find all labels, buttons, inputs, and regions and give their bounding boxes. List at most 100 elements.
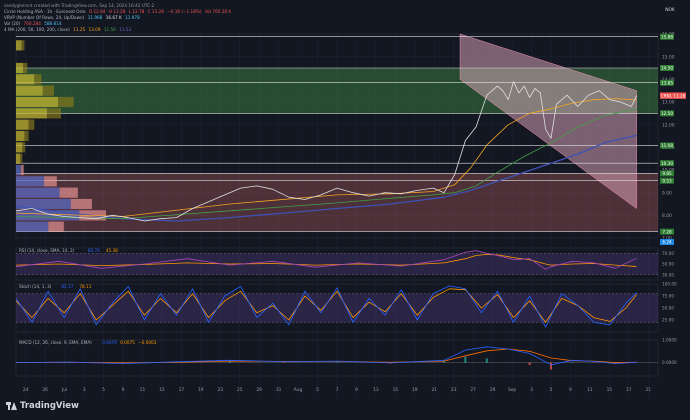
time-tick-label: 11	[587, 387, 593, 393]
oscillator-band	[16, 294, 658, 323]
time-tick-label: 9	[355, 387, 358, 393]
last-price-label: CRNL 13.28	[661, 93, 686, 98]
indicator-tick-label: 75.00	[662, 294, 674, 299]
time-tick-label: 23	[217, 387, 223, 393]
level-label: 14.50	[661, 66, 673, 71]
time-tick-label: 15	[607, 387, 613, 393]
indicator-tick-label: 70.00	[662, 251, 674, 256]
legend-main-high: H 13.28	[109, 9, 125, 14]
price-tick-label: 9.00	[662, 190, 672, 196]
macd-histogram-bar	[336, 362, 338, 363]
currency-label: NOK	[665, 7, 675, 13]
legend-main-open: O 12.84	[89, 9, 106, 14]
legend-ma-val-2: 13.09	[89, 27, 101, 32]
tradingview-logo-icon	[6, 402, 17, 410]
indicator-value: 45.38	[106, 248, 118, 253]
red-zone	[16, 173, 658, 231]
indicator-header: RSI (14, close, SMA, 14, 2)	[19, 248, 75, 253]
level-label: 9.53	[662, 178, 672, 183]
price-tick-label: 8.00	[662, 213, 672, 219]
volume-profile-bar-down	[29, 120, 35, 130]
volume-profile-bar-up	[16, 120, 29, 130]
time-tick-label: 29	[490, 387, 496, 393]
time-tick-label: 19	[412, 387, 418, 393]
tradingview-brand: TradingView	[20, 401, 79, 411]
price-tick-label: 12.00	[662, 122, 675, 128]
time-tick-label: 17	[626, 387, 632, 393]
volume-profile-bar-down	[44, 176, 57, 186]
legend-ma-val-4: 11.53	[119, 27, 131, 32]
time-tick-label: 5	[102, 387, 105, 393]
macd-histogram-bar	[443, 362, 445, 363]
volume-profile-bar-down	[20, 154, 22, 164]
volume-profile-bar-up	[16, 40, 22, 50]
legend-volume-name: Vol (20)	[4, 21, 20, 26]
time-tick-label: 13	[373, 387, 379, 393]
time-tick-label: 24	[23, 387, 29, 393]
time-tick-label: 15	[159, 387, 165, 393]
price-tick-label: 13.00	[662, 100, 675, 106]
level-label: 15.88	[661, 34, 673, 39]
macd-histogram-bar	[229, 362, 231, 363]
macd-histogram-bar	[283, 363, 285, 364]
price-tick-label: 15.00	[662, 54, 675, 60]
indicator-header: Stoch (14, 1, 3)	[19, 284, 52, 289]
legend-main[interactable]: Circle Holding ASA · 1h · Euronext Oslo …	[4, 9, 233, 14]
time-tick-label: 21	[431, 387, 437, 393]
volume-profile-bar-up	[16, 86, 43, 96]
chart-root: 16.0015.0014.0013.0012.0011.0010.009.008…	[0, 0, 690, 416]
time-tick-label: 26	[42, 387, 48, 393]
indicator-value: 82.17	[61, 284, 73, 289]
level-label: 12.50	[661, 111, 673, 116]
macd-histogram-bar	[529, 363, 531, 366]
chart-byline: sandyglennnt created with TradingView.co…	[4, 3, 154, 8]
legend-main-close: C 13.28	[148, 9, 164, 14]
volume-profile-bar-up	[16, 63, 23, 73]
volume-profile-bar-down	[22, 142, 25, 152]
time-tick-label: Sep	[508, 387, 516, 393]
volume-profile-bar-up	[16, 97, 58, 107]
volume-profile-bar-up	[16, 108, 47, 118]
volume-profile-bar-up	[16, 176, 44, 186]
volume-profile-bar-up	[16, 131, 24, 141]
legend-volume-val-2: 588.814	[44, 21, 61, 26]
tradingview-logo[interactable]: TradingView	[6, 401, 79, 411]
time-tick-label: 3	[83, 387, 86, 393]
indicator-tick-label: 25.00	[662, 318, 674, 323]
volume-profile-bar-up	[16, 165, 21, 175]
level-label: 9.85	[662, 171, 672, 176]
indicator-tick-label: 1.0000	[662, 338, 677, 343]
legend-main-name: Circle Holding ASA · 1h · Euronext Oslo	[4, 9, 86, 14]
time-tick-label: 9	[569, 387, 572, 393]
macd-histogram-bar	[550, 363, 552, 370]
volume-profile-bar-down	[43, 86, 54, 96]
legend-ma[interactable]: 4 MA (200, 50, 100, 200, close) 11.25 13…	[4, 27, 133, 32]
indicator-value: 60.74	[88, 248, 100, 253]
volume-profile-bar-down	[71, 199, 92, 209]
time-tick-label: 3	[530, 387, 533, 393]
indicator-value: 0.0075	[120, 340, 135, 345]
legend-main-low: L 12.78	[129, 9, 145, 14]
legend-main-volume: Vol 760.28 K	[205, 9, 231, 14]
legend-vrvp-val-2: 16.67 K	[106, 15, 122, 20]
level-label: 13.85	[661, 80, 673, 85]
volume-profile-bar-down	[58, 97, 73, 107]
indicator-value: 78.11	[79, 284, 91, 289]
volume-profile-bar-up	[16, 222, 48, 232]
indicator-value: 0.0079	[102, 340, 117, 345]
legend-ma-val-1: 11.25	[73, 27, 85, 32]
legend-ma-name: 4 MA (200, 50, 100, 200, close)	[4, 27, 70, 32]
volume-profile-bar-up	[16, 154, 20, 164]
legend-volume[interactable]: Vol (20) 760.284 588.814	[4, 21, 64, 26]
legend-vrvp[interactable]: VRVP (Number Of Rows, 24, Up/Down) 11.96…	[4, 15, 142, 20]
legend-vrvp-name: VRVP (Number Of Rows, 24, Up/Down)	[4, 15, 84, 20]
indicator-tick-label: 0.0000	[662, 360, 677, 365]
legend-volume-val-1: 760.284	[24, 21, 41, 26]
time-tick-label: 15	[393, 387, 399, 393]
time-tick-label: 27	[470, 387, 476, 393]
time-tick-label: Aug	[294, 387, 303, 393]
legend-vrvp-val-1: 11.968	[88, 15, 103, 20]
volume-profile-bar-up	[16, 188, 60, 198]
volume-profile-bar-down	[23, 63, 27, 73]
volume-profile-bar-up	[16, 74, 34, 84]
